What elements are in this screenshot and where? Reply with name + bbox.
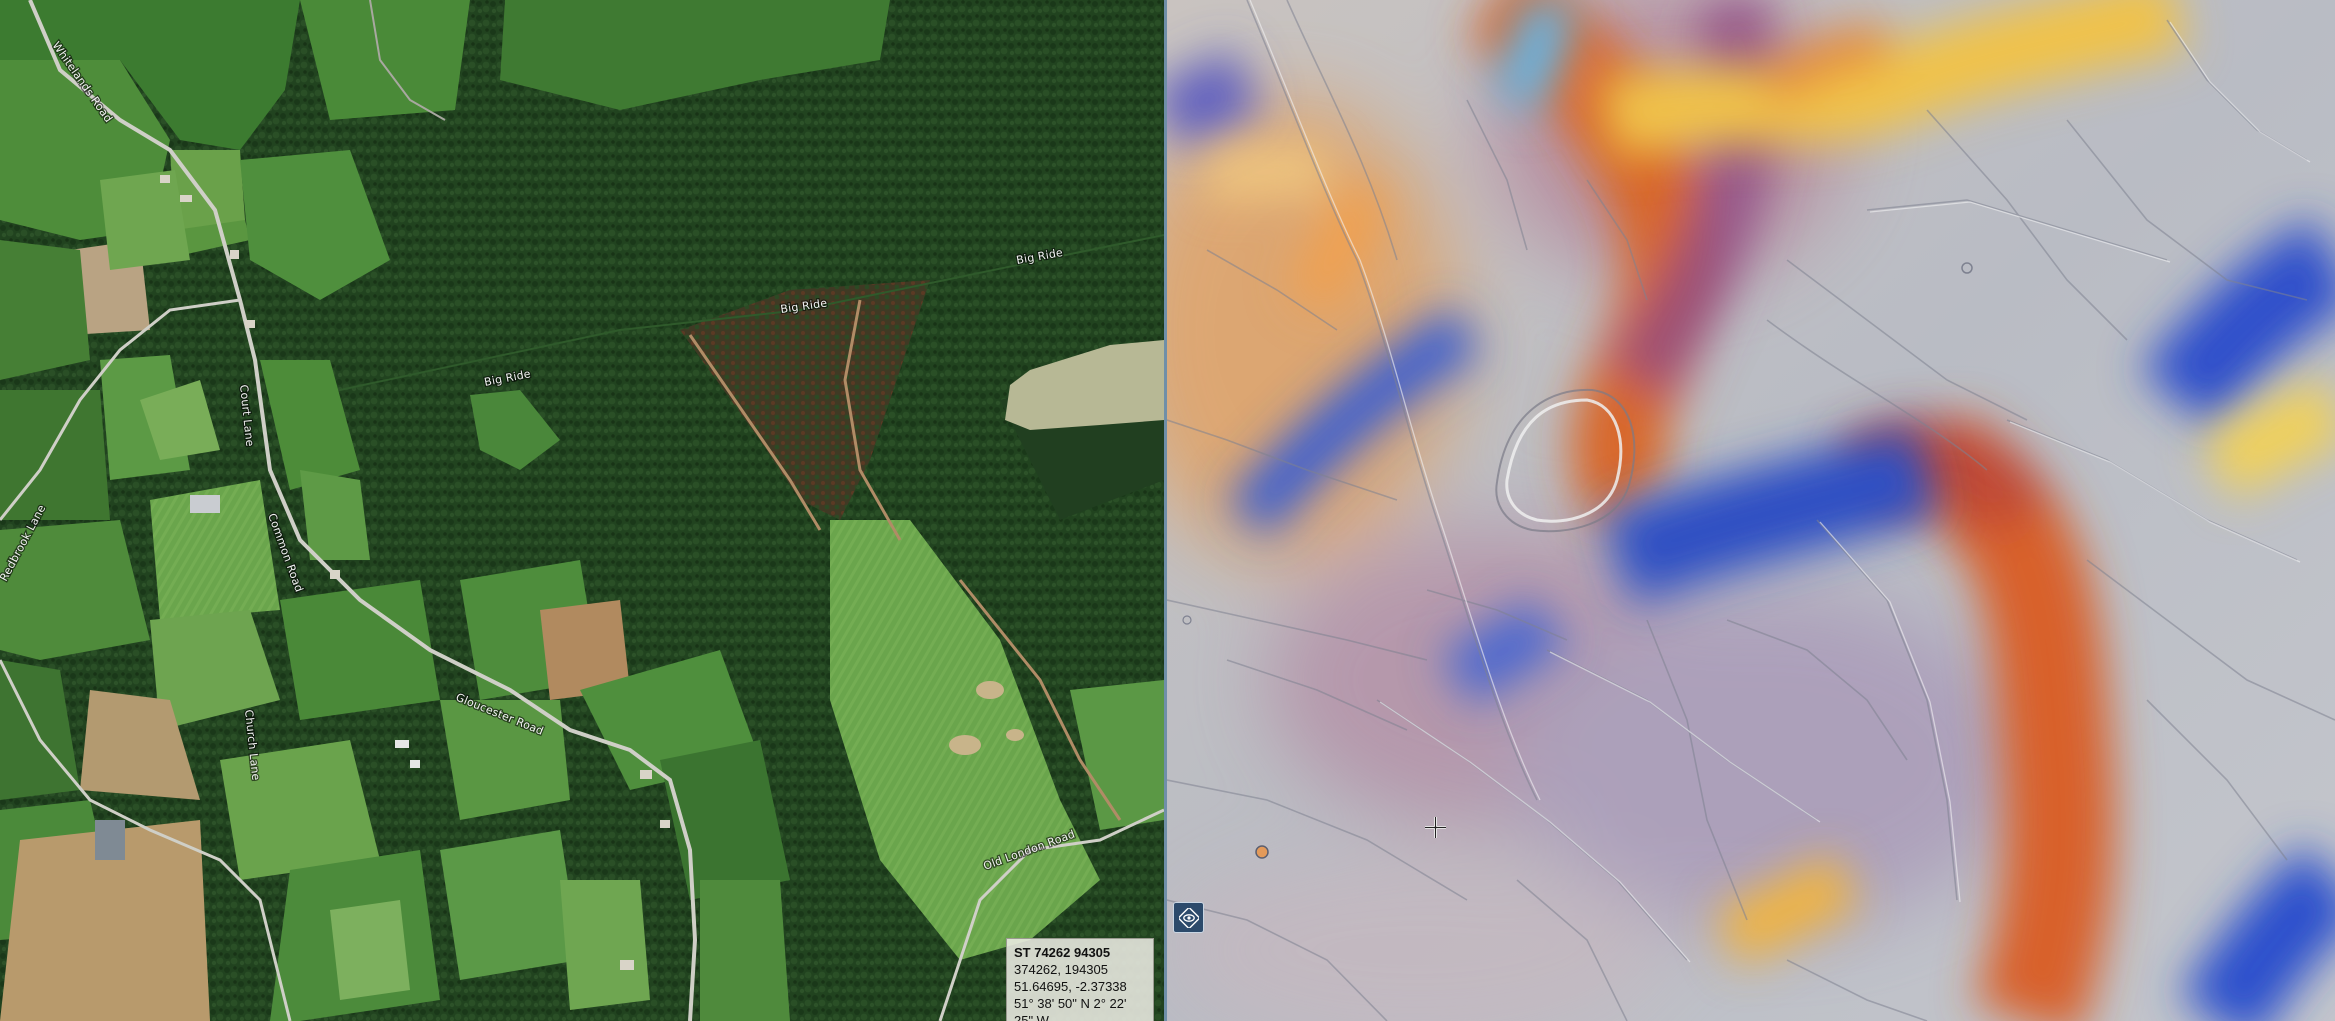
- os-grid-reference: ST 74262 94305: [1014, 945, 1111, 960]
- layer-toggle-button[interactable]: [1173, 902, 1204, 933]
- eye-icon: [1178, 907, 1199, 928]
- map-comparison-viewer: Big Ride Big Ride Big Ride Old London Ro…: [0, 0, 2335, 1021]
- lidar-map: [1167, 0, 2335, 1021]
- crosshair-icon: [1425, 817, 1446, 838]
- dms-lat-lon: 51° 38' 50" N 2° 22' 25" W: [1014, 996, 1127, 1021]
- aerial-imagery-pane[interactable]: Big Ride Big Ride Big Ride Old London Ro…: [0, 0, 1164, 1021]
- decimal-lat-lon: 51.64695, -2.37338: [1014, 979, 1127, 994]
- easting-northing: 374262, 194305: [1014, 962, 1108, 977]
- coordinate-readout: ST 74262 94305 374262, 194305 51.64695, …: [1006, 938, 1154, 1021]
- aerial-map: Big Ride Big Ride Big Ride Old London Ro…: [0, 0, 1164, 1021]
- lidar-hillshade-pane[interactable]: [1167, 0, 2335, 1021]
